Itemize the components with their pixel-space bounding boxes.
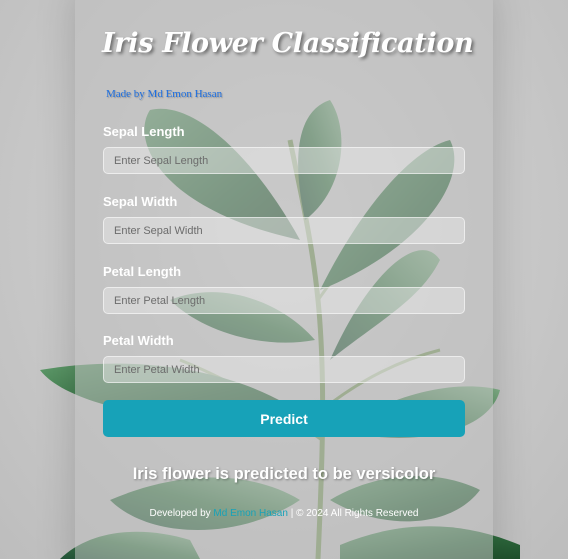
petal-length-input[interactable]: [103, 287, 465, 314]
page-title: Iris Flower Classification: [102, 28, 474, 59]
sepal-width-label: Sepal Width: [103, 194, 178, 209]
predict-button[interactable]: Predict: [103, 400, 465, 437]
prediction-result: Iris flower is predicted to be versicolo…: [132, 465, 436, 483]
sepal-length-input[interactable]: [103, 147, 465, 174]
byline: Made by Md Emon Hasan: [106, 88, 223, 100]
footer-author-link[interactable]: Md Emon Hasan: [213, 508, 287, 519]
footer-prefix: Developed by: [149, 508, 211, 519]
petal-width-input[interactable]: [103, 356, 465, 383]
sepal-width-input[interactable]: [103, 217, 465, 244]
petal-width-label: Petal Width: [103, 333, 174, 348]
petal-length-label: Petal Length: [103, 264, 182, 279]
footer-copyright: | © 2024 All Rights Reserved: [290, 508, 419, 519]
sepal-length-label: Sepal Length: [103, 124, 185, 139]
footer: Developed by Md Emon Hasan | © 2024 All …: [75, 508, 493, 519]
